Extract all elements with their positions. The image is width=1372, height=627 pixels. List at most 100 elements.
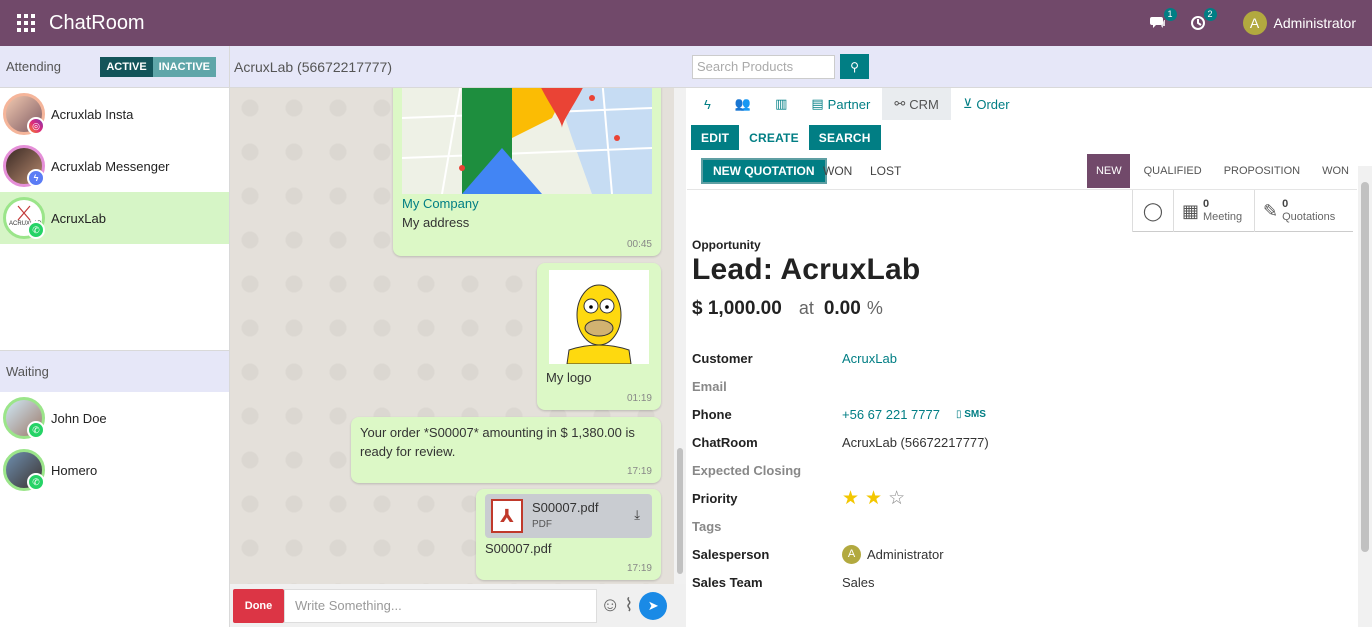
edit-button[interactable]: EDIT xyxy=(691,125,740,150)
search-button[interactable]: SEARCH xyxy=(808,125,881,150)
tab-order[interactable]: ⊻ Order xyxy=(951,88,1022,120)
scrollbar-thumb[interactable] xyxy=(677,448,683,574)
panel-tabs: ϟ 👥 ▥ ▤ Partner ⚯ CRM ⊻ Order xyxy=(686,88,1372,120)
expected-revenue: $ 1,000.00 xyxy=(692,298,782,319)
activities-badge: 2 xyxy=(1203,8,1217,21)
chatroom-row: ChatRoom AcruxLab (56672217777) xyxy=(692,428,1352,456)
stage-pipeline: NEW QUALIFIED PROPOSITION WON xyxy=(1086,154,1357,188)
phone-link[interactable]: +56 67 221 7777 xyxy=(842,407,940,422)
conversation-name: Acruxlab Messenger xyxy=(51,158,170,174)
image-caption: My logo xyxy=(546,370,592,385)
whatsapp-icon: ✆ xyxy=(27,221,45,239)
meeting-smart-button[interactable]: ▦ 0 Meeting xyxy=(1173,190,1254,232)
customer-link[interactable]: AcruxLab xyxy=(842,351,897,366)
tab-stats[interactable]: ▥ xyxy=(763,88,799,120)
quotation-label: Quotations xyxy=(1282,211,1336,223)
file-caption: S00007.pdf xyxy=(485,541,552,556)
logo-image[interactable] xyxy=(549,270,649,365)
customer-label: Customer xyxy=(692,350,753,366)
priority-label: Priority xyxy=(692,490,738,506)
scrollbar-thumb[interactable] xyxy=(1361,182,1369,552)
user-name: Administrator xyxy=(1273,15,1356,31)
file-attachment[interactable]: ⅄ S00007.pdf PDF ⤓ xyxy=(485,494,652,538)
stage-proposition[interactable]: PROPOSITION xyxy=(1210,154,1308,188)
form-scrollbar[interactable] xyxy=(1358,166,1372,627)
at-label: at xyxy=(798,298,814,318)
salesperson-row: Salesperson A Administrator xyxy=(692,540,1352,568)
conversation-item[interactable]: ◎ Acruxlab Insta xyxy=(0,88,229,140)
conversation-name: AcruxLab xyxy=(51,210,106,226)
chatroom-label: ChatRoom xyxy=(692,434,758,450)
create-button[interactable]: CREATE xyxy=(739,125,809,150)
conversation-item-selected[interactable]: ACRUXLAB ✆ AcruxLab xyxy=(0,192,229,244)
new-quotation-button[interactable]: NEW QUOTATION xyxy=(701,158,827,184)
attachment-icon[interactable]: ⌇ xyxy=(624,595,633,616)
team-row: Sales Team Sales xyxy=(692,568,1352,596)
search-products-input[interactable]: Search Products xyxy=(692,54,835,79)
star-icon[interactable]: ★ xyxy=(842,489,859,508)
whatsapp-icon: ◯ xyxy=(1142,200,1164,221)
chat-scrollbar[interactable] xyxy=(674,88,686,584)
calendar-icon: ▦ xyxy=(1182,200,1200,221)
pdf-icon: ⅄ xyxy=(491,499,523,533)
emoji-icon[interactable]: ☺ xyxy=(600,594,620,617)
message-composer: Done Write Something... ☺ ⌇ ➤ xyxy=(230,584,686,627)
location-message: My Company My address 00:45 xyxy=(393,88,661,256)
bolt-icon: ϟ xyxy=(704,96,711,112)
chat-panel: AcruxLab (56672217777) My Company My add… xyxy=(230,46,686,627)
attending-label: Attending xyxy=(6,59,61,74)
meeting-count: 0 xyxy=(1203,198,1210,210)
search-icon[interactable]: ⚲ xyxy=(840,54,869,79)
file-message: ⅄ S00007.pdf PDF ⤓ S00007.pdf 17:19 xyxy=(476,489,661,580)
apps-menu-icon[interactable] xyxy=(16,13,36,33)
whatsapp-smart-button[interactable]: ◯ xyxy=(1132,190,1173,232)
handshake-icon: ⚯ xyxy=(894,96,906,111)
star-icon[interactable]: ★ xyxy=(865,489,882,508)
stage-won[interactable]: WON xyxy=(1308,154,1357,188)
avatar: ◎ xyxy=(3,93,45,135)
inactive-toggle-button[interactable]: INACTIVE xyxy=(152,56,216,77)
attending-header: Attending ACTIVE INACTIVE xyxy=(0,46,229,88)
stage-new[interactable]: NEW xyxy=(1086,154,1130,188)
top-navbar: ChatRoom 1 2 A Administrator xyxy=(0,0,1372,46)
activities-icon[interactable]: 2 xyxy=(1187,8,1217,34)
phone-label: Phone xyxy=(692,406,732,422)
sms-button[interactable]: ▯ SMS xyxy=(956,409,986,420)
mark-lost-button[interactable]: LOST xyxy=(870,158,901,184)
salesperson-value: Administrator xyxy=(867,546,944,562)
stage-qualified[interactable]: QUALIFIED xyxy=(1130,154,1210,188)
download-icon[interactable]: ⤓ xyxy=(634,507,640,523)
active-toggle-button[interactable]: ACTIVE xyxy=(100,56,153,77)
conversation-item[interactable]: ϟ Acruxlab Messenger xyxy=(0,140,229,192)
avatar: ACRUXLAB ✆ xyxy=(3,197,45,239)
map-image[interactable] xyxy=(402,88,652,194)
waiting-item[interactable]: ✆ Homero xyxy=(0,444,229,496)
messenger-icon: ϟ xyxy=(27,169,45,187)
status-bar: NEW QUOTATION WON LOST NEW QUALIFIED PRO… xyxy=(687,154,1357,190)
done-button[interactable]: Done xyxy=(233,588,284,623)
quotations-smart-button[interactable]: ✎ 0 Quotations xyxy=(1254,190,1353,232)
sales-team-value: Sales xyxy=(842,574,875,590)
priority-row: Priority ★ ★ ☆ xyxy=(692,484,1352,512)
location-title-link[interactable]: My Company xyxy=(402,196,479,211)
message-time: 01:19 xyxy=(626,393,652,404)
message-input[interactable]: Write Something... xyxy=(284,588,597,623)
meeting-label: Meeting xyxy=(1203,211,1243,223)
tab-activity[interactable]: ϟ xyxy=(692,88,723,120)
messages-icon[interactable]: 1 xyxy=(1147,8,1177,34)
tab-crm[interactable]: ⚯ CRM xyxy=(882,88,951,120)
email-label: Email xyxy=(692,378,727,394)
customer-row: Customer AcruxLab xyxy=(692,344,1352,372)
waiting-item[interactable]: ✆ John Doe xyxy=(0,392,229,444)
mark-won-button[interactable]: WON xyxy=(823,158,852,184)
avatar: ✆ xyxy=(3,397,45,439)
star-outline-icon[interactable]: ☆ xyxy=(888,489,905,508)
percent-sign: % xyxy=(866,298,883,318)
tab-partner[interactable]: ▤ Partner xyxy=(799,88,882,120)
expected-closing-label: Expected Closing xyxy=(692,462,802,478)
conversation-name: Homero xyxy=(51,462,98,478)
user-menu[interactable]: A Administrator xyxy=(1242,11,1356,35)
send-icon[interactable]: ➤ xyxy=(639,591,668,620)
tab-users[interactable]: 👥 xyxy=(723,88,763,120)
user-avatar: A xyxy=(1242,11,1267,35)
